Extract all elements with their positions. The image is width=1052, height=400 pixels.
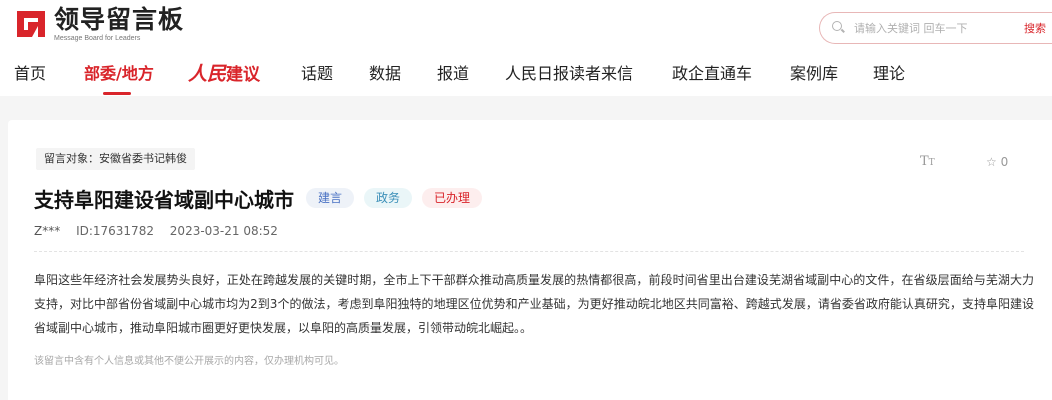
meta-divider — [34, 251, 1024, 252]
message-time: 2023-03-21 08:52 — [169, 224, 278, 238]
nav-brand-script: 人民 — [188, 63, 227, 85]
main-nav: 首页 部委/地方 人民建议 话题 数据 报道 人民日报读者来信 政企直通车 案例… — [0, 60, 1052, 96]
tag-suggestion: 建言 — [306, 188, 355, 208]
message-author: Z*** — [34, 224, 61, 238]
nav-item-peoples-suggestions[interactable]: 人民建议 — [188, 60, 260, 89]
privacy-notice: 该留言中含有个人信息或其他不便公开展示的内容，仅办理机构可见。 — [34, 356, 344, 367]
nav-item-readers-letters[interactable]: 人民日报读者来信 — [505, 60, 633, 88]
nav-item-reports[interactable]: 报道 — [437, 60, 469, 88]
site-logo[interactable]: 领导留言板 Message Board for Leaders — [14, 7, 184, 47]
logo-mark-icon — [17, 11, 45, 37]
nav-item-home[interactable]: 首页 — [14, 60, 46, 88]
tag-government-affairs: 政务 — [364, 188, 413, 208]
nav-brand-rest: 建议 — [226, 65, 261, 85]
tag-status-handled: 已办理 — [422, 188, 483, 208]
message-meta: Z*** ID:17631782 2023-03-21 08:52 — [34, 224, 290, 238]
message-title: 支持阜阳建设省域副中心城市 — [34, 187, 294, 212]
logo-subtitle: Message Board for Leaders — [54, 35, 141, 42]
message-title-row: 支持阜阳建设省域副中心城市 建言 政务 已办理 — [34, 184, 492, 212]
search-box: 搜索 — [819, 12, 1052, 44]
site-header: 领导留言板 Message Board for Leaders 搜索 首页 部委… — [0, 0, 1052, 96]
nav-active-indicator — [103, 92, 131, 95]
star-icon: ☆ — [986, 155, 997, 169]
font-size-icon[interactable]: TT — [920, 154, 935, 169]
nav-item-theory[interactable]: 理论 — [873, 60, 905, 88]
search-icon — [832, 21, 846, 35]
nav-item-data[interactable]: 数据 — [369, 60, 401, 88]
message-id: ID:17631782 — [76, 224, 154, 238]
nav-item-ministries-local[interactable]: 部委/地方 — [84, 60, 154, 88]
nav-item-case-library[interactable]: 案例库 — [790, 60, 838, 88]
message-tools: TT ☆ 0 — [920, 154, 1020, 172]
favorite-button[interactable]: ☆ 0 — [986, 155, 1008, 169]
message-card: 留言对象：安徽省委书记韩俊 TT ☆ 0 支持阜阳建设省域副中心城市 建言 政务… — [8, 120, 1052, 400]
search-input[interactable] — [854, 21, 1004, 35]
message-target-badge: 留言对象：安徽省委书记韩俊 — [36, 148, 195, 170]
message-body: 阜阳这些年经济社会发展势头良好，正处在跨越发展的关键时期，全市上下干部群众推动高… — [34, 273, 1034, 335]
search-button[interactable]: 搜索 — [1024, 20, 1046, 36]
nav-item-topics[interactable]: 话题 — [301, 60, 333, 88]
logo-text: 领导留言板 Message Board for Leaders — [54, 7, 184, 43]
logo-title: 领导留言板 — [54, 5, 185, 34]
nav-item-gov-enterprise[interactable]: 政企直通车 — [672, 60, 752, 88]
favorite-count: 0 — [1000, 155, 1009, 169]
